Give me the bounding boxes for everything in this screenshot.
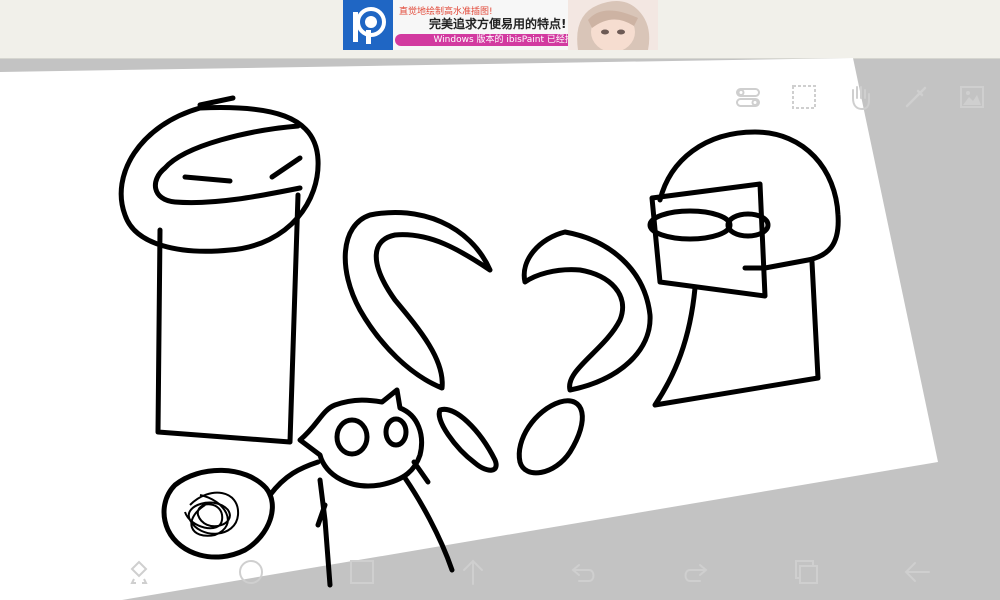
image-gallery-icon[interactable] bbox=[955, 80, 989, 114]
redo-icon[interactable] bbox=[678, 555, 712, 589]
arrow-up-icon[interactable] bbox=[456, 555, 490, 589]
undo-icon[interactable] bbox=[567, 555, 601, 589]
square-icon[interactable] bbox=[345, 555, 379, 589]
layers-icon[interactable] bbox=[789, 555, 823, 589]
transform-rotate-icon[interactable] bbox=[122, 555, 156, 589]
toggle-settings-icon[interactable] bbox=[731, 80, 765, 114]
selection-rect-icon[interactable] bbox=[787, 80, 821, 114]
drawing-canvas[interactable] bbox=[0, 58, 938, 600]
eyedropper-icon[interactable] bbox=[899, 80, 933, 114]
back-arrow-icon[interactable] bbox=[900, 555, 934, 589]
circle-icon[interactable] bbox=[234, 555, 268, 589]
hand-pan-icon[interactable] bbox=[843, 80, 877, 114]
